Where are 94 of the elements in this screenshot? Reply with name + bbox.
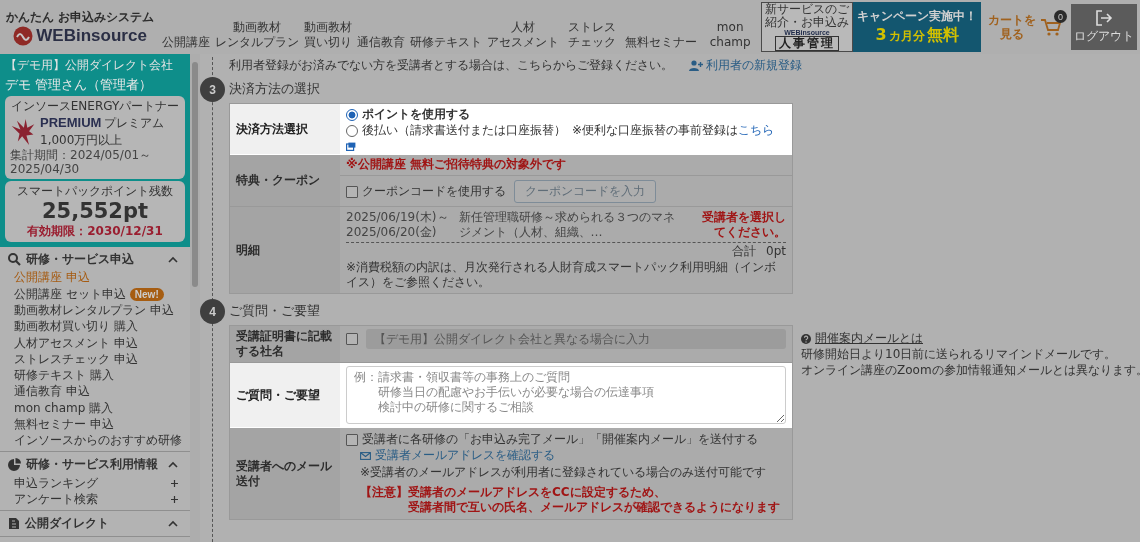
caution-text: 受講者のメールアドレスをCCに設定するため、 bbox=[408, 485, 667, 500]
pie-chart-icon bbox=[8, 457, 21, 471]
menu-item[interactable]: 申込ランキング bbox=[14, 474, 98, 492]
plus-icon[interactable] bbox=[171, 495, 178, 503]
radio-label[interactable]: ポイントを使用する bbox=[362, 107, 470, 122]
caret-up-icon[interactable] bbox=[168, 460, 178, 468]
search-icon bbox=[8, 252, 21, 266]
menu-item[interactable]: 研修テキスト 購入 bbox=[14, 367, 114, 385]
plus-icon[interactable] bbox=[171, 479, 178, 487]
company-name: 【デモ用】公開ダイレクト会社 bbox=[5, 57, 174, 74]
points-value: 25,552pt bbox=[40, 199, 150, 223]
radio-label[interactable]: 後払い（請求書送付または口座振替） bbox=[362, 123, 566, 138]
nav-link[interactable]: ストレスチェック bbox=[564, 20, 621, 49]
menu-item[interactable]: mon champ 購入 bbox=[14, 399, 114, 417]
date-text: 2025/06/19(木)～ bbox=[346, 210, 449, 225]
rank-amount: 1,000万円以上 bbox=[40, 132, 124, 149]
help-link[interactable]: 開催案内メールとは bbox=[815, 330, 923, 347]
expiry-text: 有効期限：2030/12/31 bbox=[26, 222, 164, 240]
nav-link[interactable]: 動画教材 レンタルプラン bbox=[215, 20, 300, 49]
course-name: 新任管理職研修～求められる３つのマネジメント（人材、組織、… bbox=[458, 210, 676, 240]
intro-text: 利用者登録がお済みでない方を受講者とする場合は、こちらからご登録ください。 bbox=[229, 56, 673, 74]
section-title[interactable]: 公開ダイレクト bbox=[25, 514, 163, 532]
notice-text: ※公開講座 無料ご招待特典の対象外です bbox=[346, 157, 566, 172]
radio-button[interactable] bbox=[346, 124, 358, 137]
rank-name: PREMIUM bbox=[40, 115, 102, 130]
question-icon bbox=[801, 333, 811, 344]
menu-item[interactable]: インソースからのおすすめ研修 bbox=[14, 432, 182, 450]
caret-up-icon[interactable] bbox=[168, 255, 178, 263]
radio-button[interactable] bbox=[346, 108, 358, 121]
cart-count: 0 bbox=[1054, 10, 1067, 23]
step-number: 3 bbox=[200, 77, 225, 102]
new-window-icon bbox=[346, 142, 356, 151]
menu-item[interactable]: アンケート検索 bbox=[14, 490, 98, 508]
scrollbar-thumb[interactable] bbox=[192, 62, 198, 287]
row-label: ご質問・ご要望 bbox=[230, 363, 340, 427]
total-label: 合計 bbox=[732, 244, 757, 259]
total-value: 0pt bbox=[766, 244, 786, 259]
date-text: 2025/06/20(金) bbox=[346, 225, 438, 240]
tax-note: ※消費税額の内訳は、月次発行される人財育成スマートパック利用明細（インボイス）をご参照ください。 bbox=[346, 260, 778, 290]
nav-link[interactable]: 無料セミナー bbox=[625, 34, 698, 49]
nav-link[interactable]: 人材 アセスメント bbox=[487, 20, 560, 49]
help-text: 研修開始日より10日前に送られるリマインドメールです。 bbox=[801, 347, 1118, 363]
row-label: 明細 bbox=[230, 207, 340, 293]
row-label: 特典・クーポン bbox=[230, 155, 340, 206]
checkbox-label[interactable]: クーポンコードを使用する bbox=[362, 184, 506, 199]
menu-item[interactable]: 通信教育 申込 bbox=[14, 383, 90, 401]
email-link[interactable]: 受講者メールアドレスを確認する bbox=[360, 448, 786, 463]
link[interactable]: こちら bbox=[738, 123, 775, 138]
logout-button[interactable]: ログアウト bbox=[1071, 4, 1137, 50]
user-name: デモ 管理さん（管理者） bbox=[5, 76, 154, 94]
step-title: 決済方法の選択 bbox=[229, 80, 320, 98]
checkbox[interactable] bbox=[346, 433, 358, 446]
new-badge: New! bbox=[129, 287, 164, 301]
nav-link[interactable]: 公開講座 bbox=[162, 34, 211, 49]
step-title: ご質問・ご要望 bbox=[229, 302, 320, 320]
menu-item[interactable]: 動画教材レンタルプラン 申込 bbox=[14, 301, 174, 319]
checkbox[interactable] bbox=[346, 185, 358, 198]
warning-text: 受講者を選択してください。 bbox=[701, 210, 786, 240]
menu-item[interactable]: 無料セミナー 申込 bbox=[14, 416, 114, 433]
logout-icon bbox=[1095, 9, 1113, 26]
mail-icon bbox=[360, 451, 371, 460]
logo-tagline: かんたん お申込みシステム bbox=[6, 8, 155, 26]
document-icon bbox=[8, 516, 20, 530]
register-link[interactable]: 利用者の新規登録 bbox=[689, 56, 802, 74]
row-label: 受講証明書に記載する社名 bbox=[230, 326, 340, 362]
checkbox-label[interactable]: 受講者に各研修の「お申込み完了メール」「開催案内メール」を送付する bbox=[362, 432, 758, 447]
caution-label: 【注意】 bbox=[360, 485, 408, 501]
hint-text: ※受講者のメールアドレスが利用者に登録されている場合のみ送付可能です bbox=[360, 465, 768, 480]
caution-text: 受講者間で互いの氏名、メールアドレスが確認できるようになります bbox=[408, 500, 780, 515]
rank-reading: プレミアム bbox=[104, 115, 165, 132]
person-add-icon bbox=[689, 59, 703, 71]
help-text: オンライン講座のZoomの参加情報通知メールとは異なります。 bbox=[801, 362, 1140, 379]
caret-up-icon[interactable] bbox=[168, 519, 178, 527]
nav-link[interactable]: mon champ bbox=[702, 20, 759, 49]
section-title[interactable]: 研修・サービス利用情報 bbox=[26, 455, 163, 473]
logo-icon bbox=[13, 25, 34, 46]
partner-title: インソースENERGYパートナー bbox=[10, 98, 180, 115]
menu-item[interactable]: 人材アセスメント 申込 bbox=[14, 334, 138, 352]
period-text: 集計期間：2024/05/01～2025/04/30 bbox=[10, 149, 153, 177]
section-title[interactable]: 研修・サービス申込 bbox=[26, 250, 163, 268]
hint-text: ※便利な口座振替の事前登録は bbox=[572, 123, 739, 138]
menu-item[interactable]: ストレスチェック 申込 bbox=[14, 350, 138, 368]
nav-link[interactable]: 動画教材 買い切り bbox=[304, 20, 353, 49]
campaign-banner[interactable]: キャンペーン実施中！ 3 カ月分無料 bbox=[853, 2, 981, 52]
menu-item[interactable]: 動画教材買い切り 購入 bbox=[14, 318, 138, 336]
nav-link[interactable]: 通信教育 bbox=[357, 34, 406, 49]
nav-link[interactable]: 研修テキスト bbox=[410, 34, 483, 49]
row-label: 決済方法選択 bbox=[230, 104, 340, 154]
logo-text: WEBinsource bbox=[36, 25, 147, 46]
menu-item[interactable]: 公開講座 セット申込 bbox=[14, 285, 126, 303]
step-number: 4 bbox=[200, 299, 225, 324]
request-field[interactable]: 例：請求書・領収書等の事務上のご質問 研修当日の配慮やお手伝いが必要な場合の伝達事項 検討中の研修に関するご相談 bbox=[346, 366, 786, 424]
row-label: 受講者へのメール送付 bbox=[230, 428, 340, 519]
points-label: スマートパックポイント残数 bbox=[16, 182, 174, 200]
